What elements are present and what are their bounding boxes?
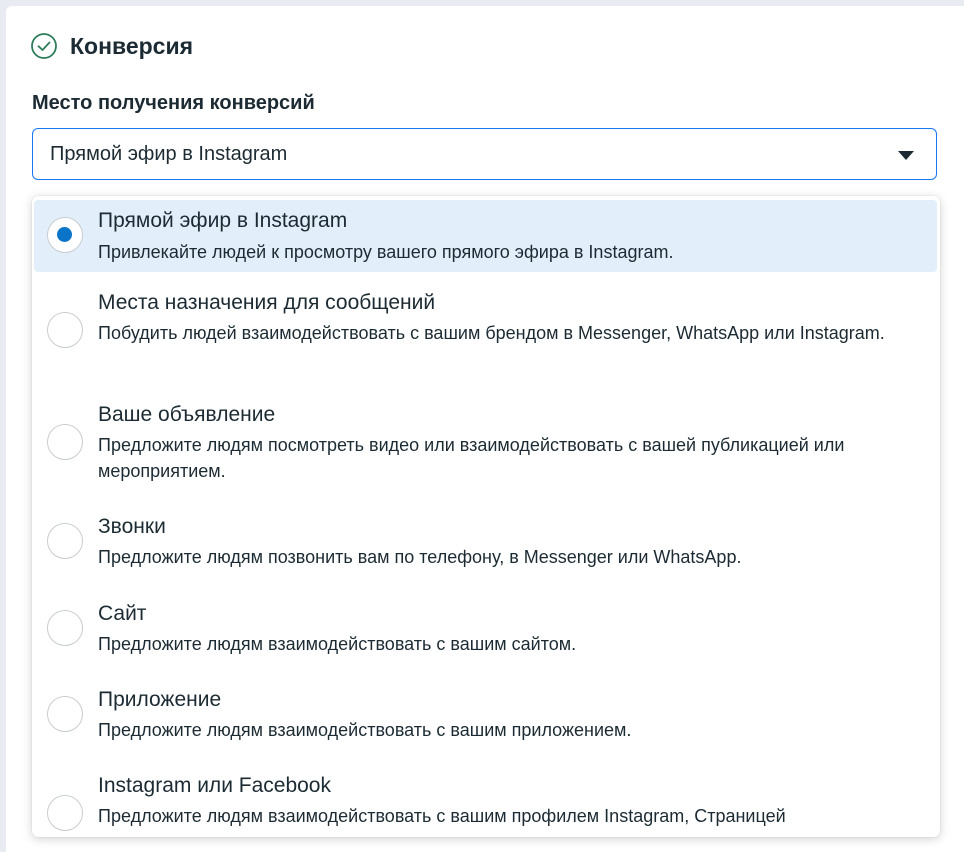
section-header: Конверсия	[30, 32, 193, 60]
radio-button[interactable]	[47, 217, 83, 253]
option-title: Сайт	[98, 602, 147, 625]
radio-button[interactable]	[47, 523, 83, 559]
option-title: Приложение	[98, 688, 222, 711]
radio-button[interactable]	[47, 312, 83, 348]
option-your-ad[interactable]: Ваше объявление Предложите людям посмотр…	[34, 394, 937, 494]
option-calls[interactable]: Звонки Предложите людям позвонить вам по…	[34, 506, 937, 580]
option-description: Предложите людям позвонить вам по телефо…	[98, 547, 742, 567]
radio-button[interactable]	[47, 795, 83, 831]
conversion-location-select[interactable]: Прямой эфир в Instagram	[32, 128, 937, 180]
conversion-location-label: Место получения конверсий	[32, 92, 315, 114]
option-description: Привлекайте людей к просмотру вашего пря…	[98, 242, 674, 262]
option-title: Места назначения для сообщений	[98, 291, 436, 314]
option-instagram-or-facebook[interactable]: Instagram или Facebook Предложите людям …	[34, 765, 937, 837]
option-description: Предложите людям взаимодействовать с ваш…	[98, 634, 577, 654]
radio-button[interactable]	[47, 424, 83, 460]
conversion-location-dropdown: Прямой эфир в Instagram Привлекайте люде…	[32, 196, 940, 837]
option-description: Предложите людям взаимодействовать с ваш…	[98, 720, 632, 740]
option-messaging-destinations[interactable]: Места назначения для сообщений Побудить …	[34, 282, 937, 382]
radio-button[interactable]	[47, 610, 83, 646]
option-app[interactable]: Приложение Предложите людям взаимодейств…	[34, 679, 937, 753]
option-title: Прямой эфир в Instagram	[98, 209, 348, 232]
radio-button[interactable]	[47, 696, 83, 732]
caret-down-icon	[898, 151, 914, 160]
section-title: Конверсия	[70, 32, 194, 59]
option-website[interactable]: Сайт Предложите людям взаимодействовать …	[34, 593, 937, 667]
option-instagram-live[interactable]: Прямой эфир в Instagram Привлекайте люде…	[34, 200, 937, 272]
option-description: Предложите людям взаимодействовать с ваш…	[98, 806, 786, 826]
check-circle-icon	[30, 32, 58, 60]
select-value: Прямой эфир в Instagram	[50, 142, 288, 165]
option-title: Звонки	[98, 515, 166, 538]
option-description: Побудить людей взаимодействовать с вашим…	[98, 323, 885, 343]
option-title: Instagram или Facebook	[98, 774, 331, 797]
option-title: Ваше объявление	[98, 403, 276, 426]
option-description: Предложите людям посмотреть видео или вз…	[98, 435, 845, 481]
